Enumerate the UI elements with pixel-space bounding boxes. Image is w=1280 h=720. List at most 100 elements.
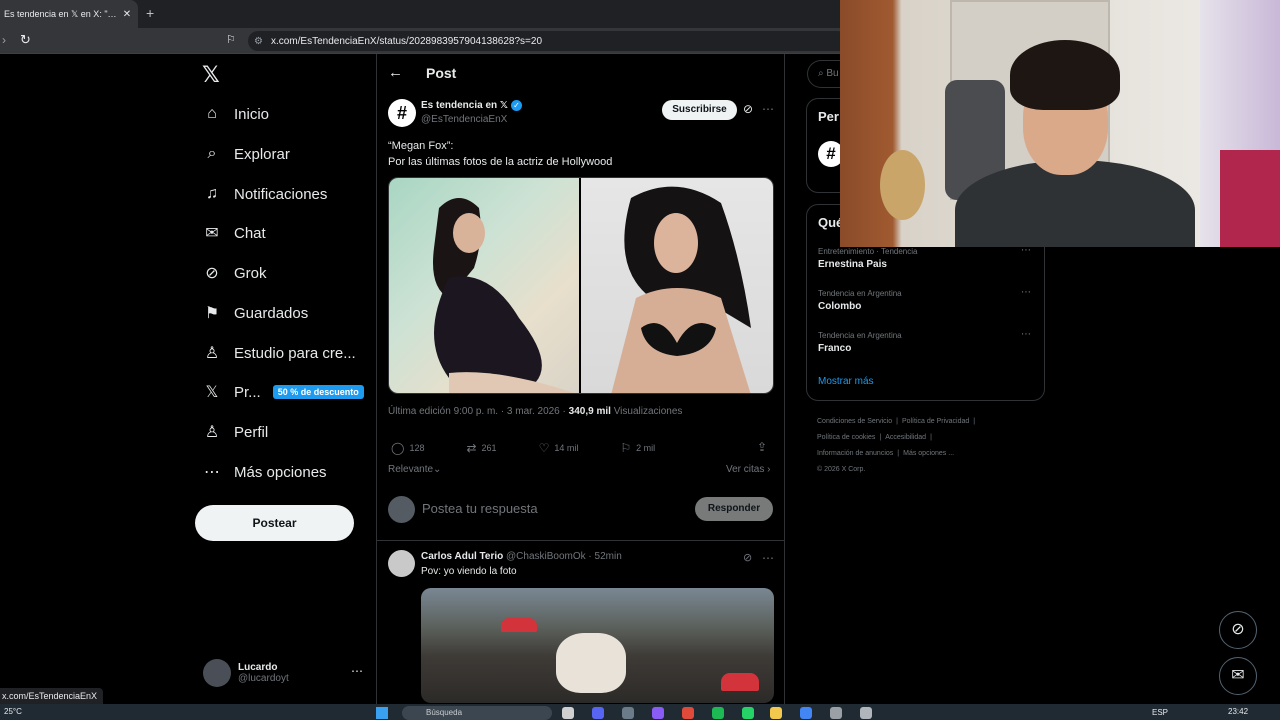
app-icon[interactable] [682, 707, 694, 719]
avatar[interactable] [388, 550, 415, 577]
app-icon[interactable] [622, 707, 634, 719]
heart-icon: ♡ [538, 441, 550, 455]
footer-link[interactable]: Política de cookies [817, 434, 875, 441]
chrome-icon[interactable] [800, 707, 812, 719]
discord-icon[interactable] [592, 707, 604, 719]
account-handle[interactable]: @EsTendenciaEnX [421, 114, 507, 125]
more-icon[interactable]: ⋯ [1021, 329, 1031, 340]
repost-action[interactable]: ⇄ 261 [466, 441, 496, 455]
trend-name: Franco [818, 343, 852, 354]
x-logo-icon[interactable]: 𝕏 [202, 62, 220, 88]
nav-item-label: Inicio [234, 105, 270, 123]
language-indicator[interactable]: ESP [1152, 708, 1168, 717]
site-info-icon[interactable]: ⚙ [254, 36, 263, 47]
account-name-text: Es tendencia en 𝕏 [421, 100, 508, 111]
reply-input[interactable]: Postea tu respuesta [422, 501, 538, 516]
trend-item[interactable]: Tendencia en Argentina Franco [818, 331, 902, 354]
clock[interactable]: 23:42 [1228, 707, 1248, 716]
share-icon[interactable]: ⇪ [757, 440, 767, 454]
trend-item[interactable]: Tendencia en Argentina Colombo [818, 289, 902, 312]
nav-item-profile[interactable]: ♙ Perfil [200, 420, 268, 444]
nav-item-bell[interactable]: ♫ Notificaciones [200, 182, 327, 206]
trend-category: Tendencia en Argentina [818, 289, 902, 298]
more-icon[interactable]: ⋯ [762, 551, 774, 565]
reply-author[interactable]: Carlos Adul Terio @ChaskiBoomOk · 52min [421, 551, 622, 562]
post-text: “Megan Fox”: Por las últimas fotos de la… [388, 138, 612, 170]
more-icon[interactable]: ⋯ [351, 664, 363, 678]
weather-widget[interactable]: 25°C [4, 707, 22, 716]
app-icon[interactable] [860, 707, 872, 719]
app-icon[interactable] [652, 707, 664, 719]
show-more-link[interactable]: Mostrar más [818, 376, 874, 387]
media-detail [721, 673, 759, 691]
bookmark-action[interactable]: ⚐ 2 mil [620, 441, 655, 455]
post-photo-left[interactable] [389, 178, 581, 393]
folder-icon[interactable] [770, 707, 782, 719]
nav-item-bookmark[interactable]: ⚑ Guardados [200, 301, 308, 325]
footer-link[interactable]: Accesibilidad [885, 434, 926, 441]
webcam-guitar [880, 150, 925, 220]
taskbar: 25°C Búsqueda ESP 23:42 [0, 704, 1280, 720]
post-actions: ◯ 128 ⇄ 261 ♡ 14 mil ⚐ 2 mil [391, 441, 773, 455]
spotify-icon[interactable] [712, 707, 724, 719]
file-icon[interactable] [562, 707, 574, 719]
reply-action[interactable]: ◯ 128 [391, 441, 424, 455]
post-media[interactable] [388, 177, 774, 394]
whatsapp-icon[interactable] [742, 707, 754, 719]
more-icon[interactable]: ⋯ [1021, 287, 1031, 298]
new-tab-button[interactable]: + [146, 5, 154, 21]
taskbar-search[interactable]: Búsqueda [402, 706, 552, 720]
sort-dropdown[interactable]: Relevante⌄ [388, 464, 441, 475]
footer-link[interactable]: Información de anuncios [817, 450, 893, 457]
footer-link[interactable]: Política de Privacidad [902, 418, 969, 425]
webcam-person-hair [1010, 40, 1120, 110]
media-detail [556, 633, 626, 693]
sort-label: Relevante [388, 464, 434, 475]
windows-start-icon[interactable] [376, 707, 388, 719]
reply-media[interactable] [421, 588, 774, 703]
bookmark-icon: ⚑ [204, 305, 220, 322]
verified-badge-icon: ✓ [510, 100, 522, 111]
mail-icon: ✉ [1231, 667, 1245, 684]
trend-item[interactable]: Entretenimiento · Tendencia Ernestina Pai… [818, 247, 917, 270]
nav-item-grok[interactable]: ⊘ Grok [200, 261, 266, 285]
nav-item-mail[interactable]: ✉ Chat [200, 221, 265, 245]
more-options-icon: ⋯ [204, 464, 220, 481]
account-name[interactable]: Es tendencia en 𝕏 ✓ [421, 100, 522, 111]
footer-separator: | [896, 418, 898, 425]
grok-icon[interactable]: ⊘ [743, 551, 752, 564]
like-count: 14 mil [554, 443, 579, 453]
footer-link[interactable]: Más opciones ... [903, 450, 954, 457]
reply-author-name: Carlos Adul Terio [421, 551, 504, 562]
back-arrow-icon[interactable]: ← [388, 64, 403, 81]
reload-icon[interactable]: ↻ [20, 32, 31, 48]
more-icon[interactable]: ⋯ [762, 102, 774, 116]
footer-link[interactable]: © 2026 X Corp. [817, 466, 865, 473]
settings-icon[interactable] [830, 707, 842, 719]
nav-item-home[interactable]: ⌂ Inicio [200, 102, 269, 126]
post-button[interactable]: Postear [195, 505, 354, 541]
account-avatar[interactable]: # [388, 99, 416, 127]
account-switcher[interactable]: Lucardo @lucardoyt ⋯ [203, 658, 363, 688]
photo-right-figure [611, 186, 751, 393]
grok-icon[interactable]: ⊘ [743, 102, 753, 116]
close-tab-icon[interactable]: ✕ [120, 9, 134, 20]
subscribe-button[interactable]: Suscribirse [662, 100, 737, 120]
nav-item-label: Explorar [234, 145, 290, 163]
footer-link[interactable]: Condiciones de Servicio [817, 418, 892, 425]
messages-floating-button[interactable]: ✉ [1219, 657, 1257, 695]
reply-button[interactable]: Responder [695, 497, 773, 521]
nav-item-creator-studio[interactable]: ♙ Estudio para cre... [200, 341, 356, 365]
browser-tab[interactable]: Es tendencia en 𝕏 en X: "Megan ✕ [0, 0, 138, 28]
view-quotes-link[interactable]: Ver citas › [726, 464, 770, 475]
nav-item-premium[interactable]: 𝕏 Pr... 50 % de descuento [200, 380, 364, 404]
forward-icon[interactable]: › [2, 33, 6, 47]
address-bar[interactable]: ⚙ x.com/EsTendenciaEnX/status/2028983957… [248, 31, 848, 51]
post-photo-right[interactable] [581, 178, 773, 393]
nav-item-more-options[interactable]: ⋯ Más opciones [200, 460, 327, 484]
like-action[interactable]: ♡ 14 mil [539, 441, 579, 455]
grok-floating-button[interactable]: ⊘ [1219, 611, 1257, 649]
nav-item-label: Guardados [234, 304, 309, 322]
bookmark-star-icon[interactable]: ⚐ [226, 33, 236, 46]
nav-item-search[interactable]: ⌕ Explorar [200, 142, 290, 166]
